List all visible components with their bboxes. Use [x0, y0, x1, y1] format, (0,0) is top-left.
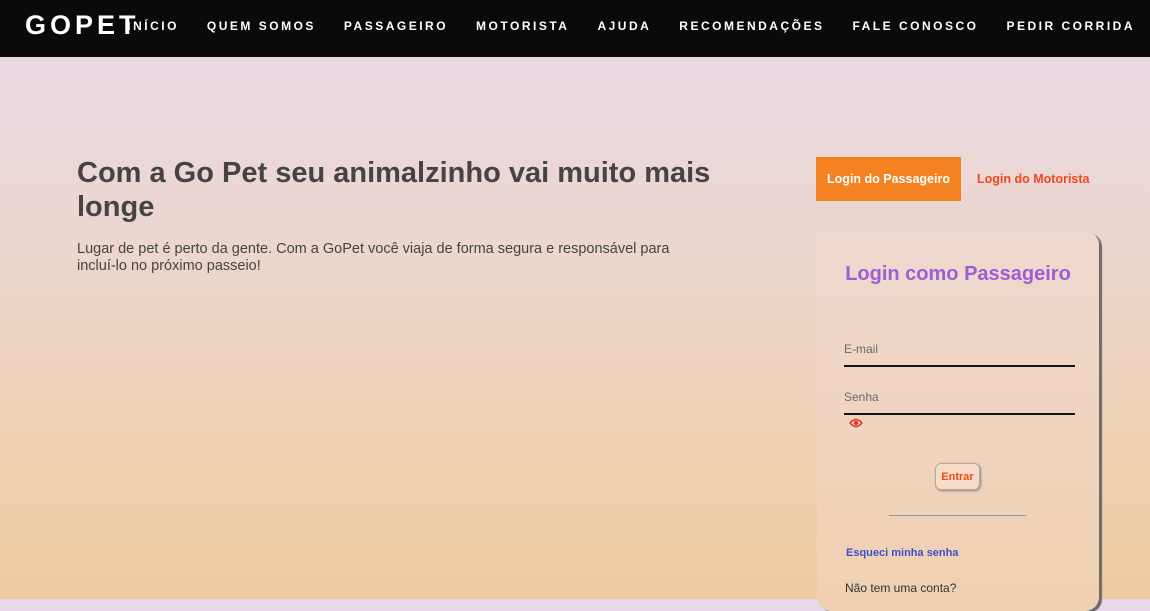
login-card-title: Login como Passageiro — [845, 263, 1071, 285]
main-nav: INÍCIO QUEM SOMOS PASSAGEIRO MOTORISTA A… — [127, 19, 1135, 33]
nav-item-inicio[interactable]: INÍCIO — [127, 19, 179, 33]
nav-item-recomendacoes[interactable]: RECOMENDAÇÕES — [679, 19, 824, 33]
brand-logo[interactable]: GOPET — [25, 10, 140, 41]
tab-passenger-login[interactable]: Login do Passageiro — [816, 157, 961, 201]
email-field[interactable] — [844, 333, 1075, 367]
nav-item-quem-somos[interactable]: QUEM SOMOS — [207, 19, 316, 33]
nav-item-ajuda[interactable]: AJUDA — [597, 19, 651, 33]
submit-login-button[interactable]: Entrar — [935, 463, 980, 490]
nav-item-fale-conosco[interactable]: FALE CONOSCO — [852, 19, 978, 33]
divider — [889, 515, 1026, 516]
forgot-password-link[interactable]: Esqueci minha senha — [846, 547, 958, 559]
tab-driver-login[interactable]: Login do Motorista — [977, 157, 1089, 201]
no-account-text: Não tem uma conta? — [845, 581, 957, 595]
nav-item-passageiro[interactable]: PASSAGEIRO — [344, 19, 448, 33]
nav-item-pedir-corrida[interactable]: PEDIR CORRIDA — [1006, 19, 1135, 33]
hero-title: Com a Go Pet seu animalzinho vai muito m… — [77, 157, 711, 223]
password-field[interactable] — [844, 381, 1075, 415]
passenger-login-card: Login como Passageiro Entrar Esqueci min… — [817, 231, 1099, 611]
nav-item-motorista[interactable]: MOTORISTA — [476, 19, 569, 33]
top-navbar: GOPET INÍCIO QUEM SOMOS PASSAGEIRO MOTOR… — [0, 0, 1150, 57]
eye-icon[interactable] — [849, 416, 863, 428]
hero-description: Lugar de pet é perto da gente. Com a GoP… — [77, 241, 670, 274]
